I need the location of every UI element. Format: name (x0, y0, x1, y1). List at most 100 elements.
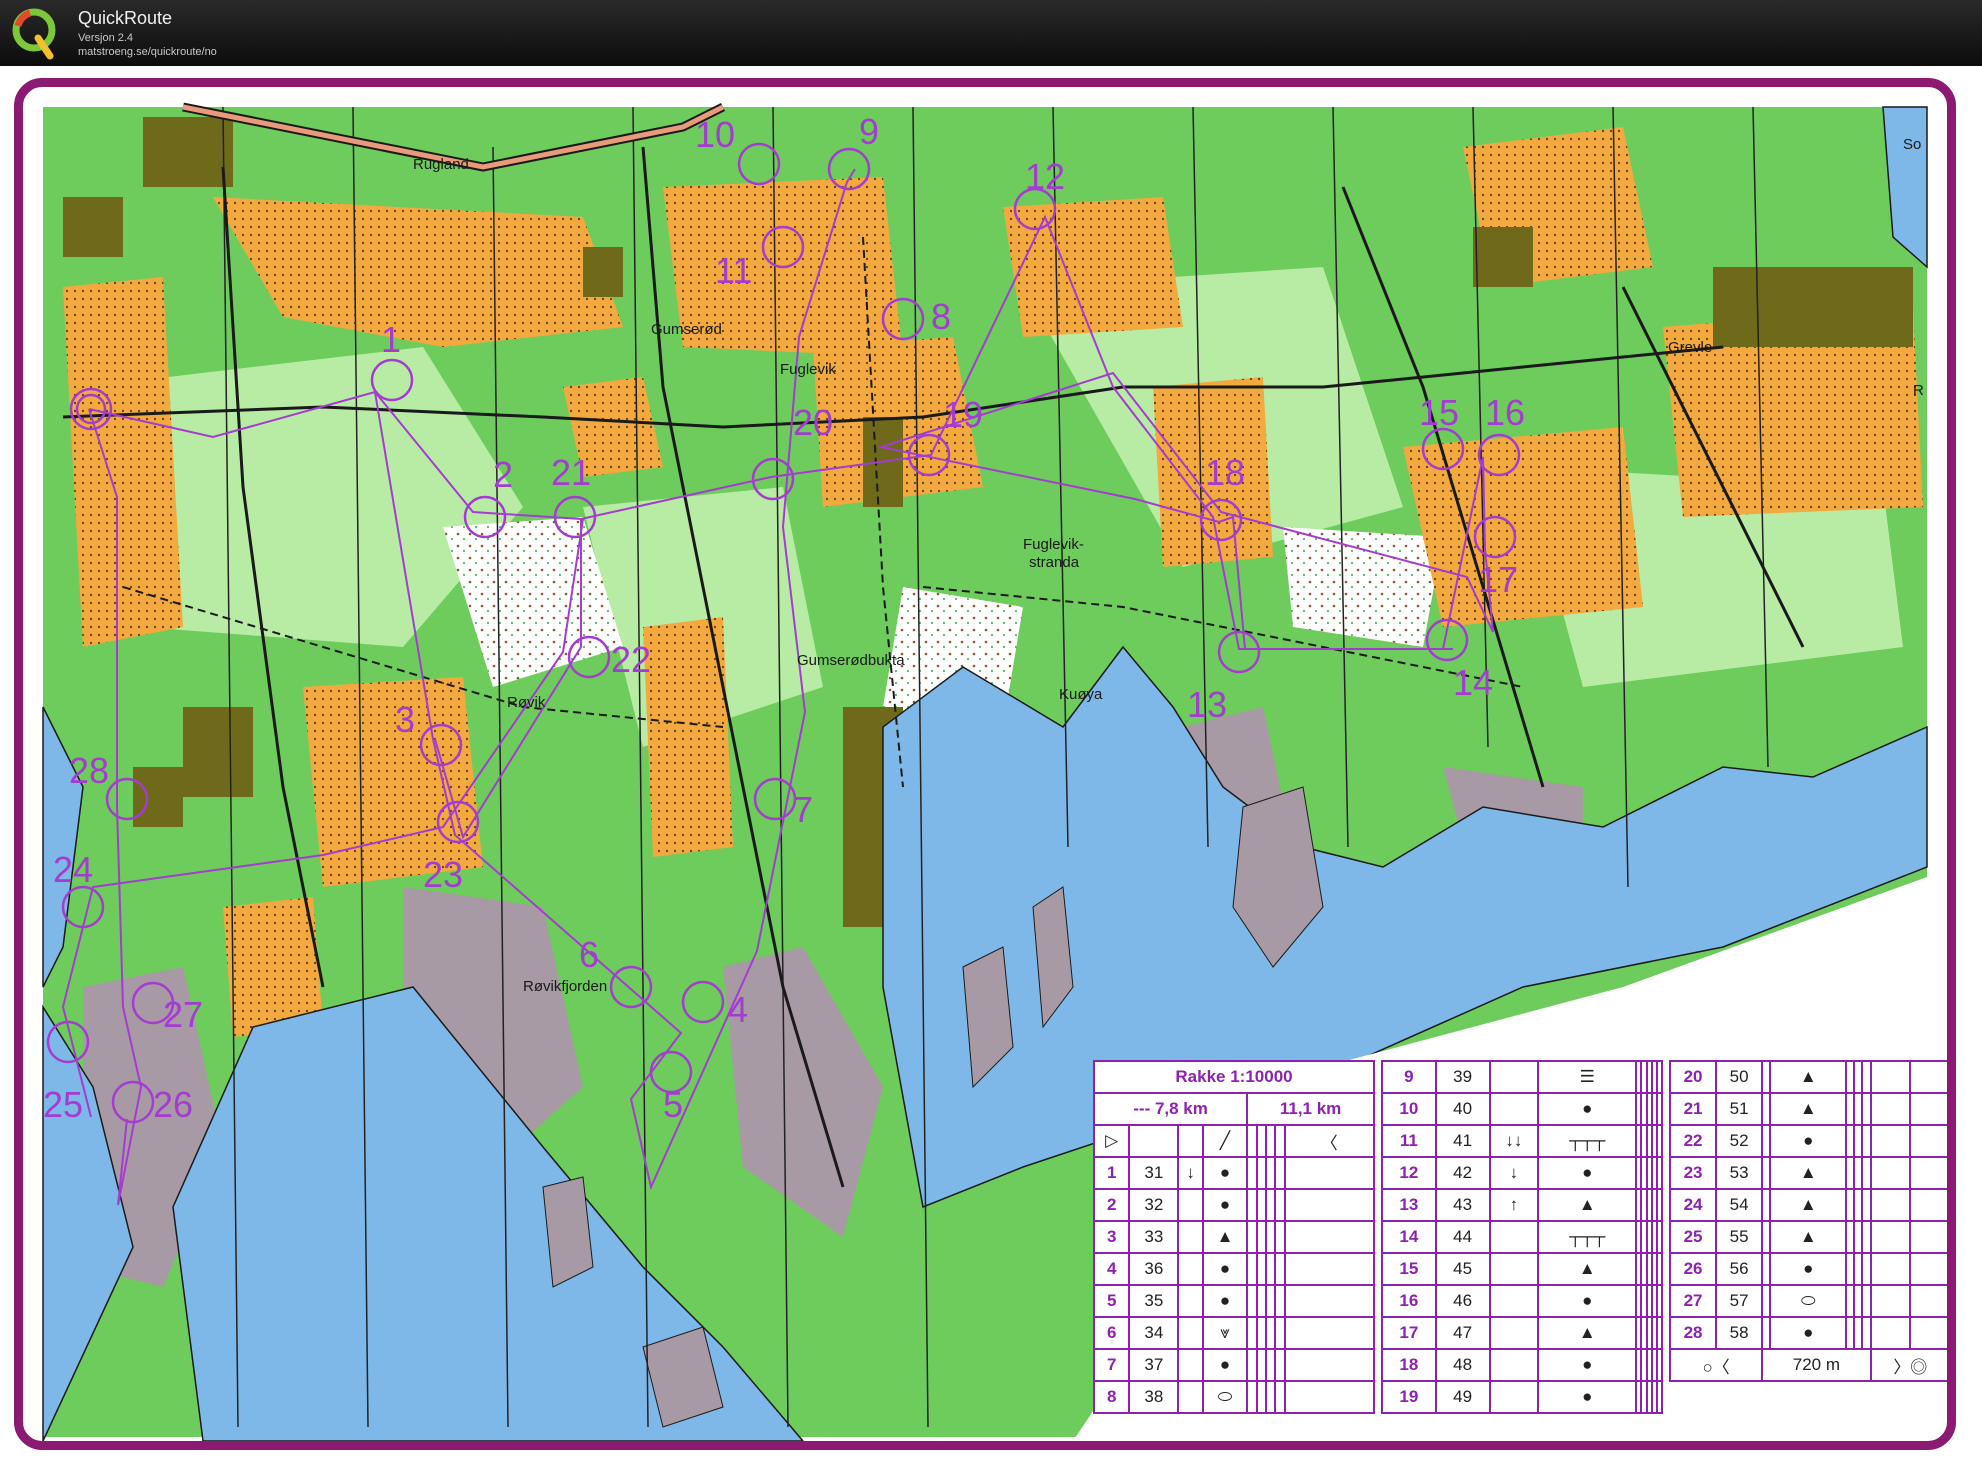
control-feature-symbol: ● (1537, 1092, 1638, 1126)
control-feature-symbol: ● (1537, 1380, 1638, 1414)
description-cell (1869, 1124, 1912, 1158)
control-code: 56 (1715, 1252, 1764, 1286)
control-seq: 18 (1381, 1348, 1437, 1382)
description-cell (1655, 1220, 1664, 1254)
control-seq: 2 (1092, 1188, 1131, 1222)
control-direction (1761, 1316, 1772, 1350)
control-direction (1761, 1060, 1772, 1094)
control-feature-symbol: ● (1201, 1188, 1249, 1222)
control-number-19: 19 (943, 394, 983, 435)
control-code: 33 (1128, 1220, 1180, 1254)
description-row: 18 48 ● (1381, 1348, 1664, 1382)
control-number-17: 17 (1478, 559, 1518, 600)
description-cell (1853, 1188, 1864, 1222)
control-number-8: 8 (931, 296, 951, 337)
description-row: 6 34 ⩔ (1092, 1316, 1376, 1350)
control-feature-symbol: ▲ (1537, 1188, 1638, 1222)
description-cell (1255, 1316, 1267, 1350)
title-bar: QuickRoute Versjon 2.4 matstroeng.se/qui… (0, 0, 1982, 66)
control-number-3: 3 (395, 699, 415, 740)
control-number-28: 28 (69, 750, 109, 791)
control-feature-symbol: ● (1769, 1316, 1848, 1350)
description-cell (1845, 1220, 1856, 1254)
description-cell (1255, 1188, 1267, 1222)
description-cell: ╱ (1201, 1124, 1249, 1158)
control-code: 53 (1715, 1156, 1764, 1190)
description-row: 5 35 ● (1092, 1284, 1376, 1318)
description-cell (1255, 1220, 1267, 1254)
control-code: 45 (1434, 1252, 1491, 1286)
description-cell (1845, 1156, 1856, 1190)
description-row: 11 41 ↓↓ ┬┬┬ (1381, 1124, 1664, 1158)
control-number-5: 5 (663, 1084, 683, 1125)
description-cell (1246, 1316, 1258, 1350)
control-direction (1488, 1316, 1540, 1350)
quickroute-logo-icon (12, 8, 56, 60)
control-seq: 3 (1092, 1220, 1131, 1254)
control-feature-symbol: ● (1537, 1348, 1638, 1382)
description-cell (1274, 1252, 1286, 1286)
place-so: So (1903, 136, 1921, 153)
control-direction (1177, 1284, 1204, 1318)
place-fuglevik: Fuglevik (780, 361, 836, 378)
control-direction (1761, 1252, 1772, 1286)
description-cell (1283, 1348, 1376, 1382)
control-direction (1761, 1284, 1772, 1318)
description-row: 21 51 ▲ (1668, 1092, 1947, 1126)
control-code: 31 (1128, 1156, 1180, 1190)
control-seq: 13 (1381, 1188, 1437, 1222)
description-cell (1264, 1156, 1277, 1190)
description-cell (1909, 1316, 1947, 1350)
control-code: 32 (1128, 1188, 1180, 1222)
description-row: 23 53 ▲ (1668, 1156, 1947, 1190)
distance-full: 11,1 km (1246, 1092, 1375, 1126)
control-feature-symbol: ▲ (1769, 1220, 1848, 1254)
control-seq: 19 (1381, 1380, 1437, 1414)
control-code: 58 (1715, 1316, 1764, 1350)
description-cell (1845, 1316, 1856, 1350)
description-cell (1655, 1252, 1664, 1286)
control-seq: 8 (1092, 1380, 1131, 1414)
control-code: 48 (1434, 1348, 1491, 1382)
place-grevle: Grevle (1668, 339, 1712, 356)
description-cell (1655, 1188, 1664, 1222)
description-cell (1853, 1124, 1864, 1158)
description-cell (1845, 1124, 1856, 1158)
control-direction: ↓ (1488, 1156, 1540, 1190)
finish-distance: 720 m (1761, 1348, 1872, 1382)
control-number-26: 26 (153, 1084, 193, 1125)
description-cell (1869, 1092, 1912, 1126)
place-rugland: Rugland (413, 156, 469, 173)
description-row: 8 38 ⬭ (1092, 1380, 1376, 1414)
control-number-1: 1 (381, 319, 401, 360)
control-feature-symbol: ┬┬┬ (1537, 1220, 1638, 1254)
description-cell (1246, 1124, 1258, 1158)
description-row: 17 47 ▲ (1381, 1316, 1664, 1350)
description-cell (1861, 1316, 1872, 1350)
control-code: 55 (1715, 1220, 1764, 1254)
control-number-7: 7 (793, 789, 813, 830)
description-cell (1853, 1284, 1864, 1318)
description-cell (1255, 1284, 1267, 1318)
control-seq: 20 (1668, 1060, 1718, 1094)
description-row: 24 54 ▲ (1668, 1188, 1947, 1222)
description-cell (1264, 1316, 1277, 1350)
description-cell (1909, 1220, 1947, 1254)
control-seq: 10 (1381, 1092, 1437, 1126)
control-number-20: 20 (793, 402, 833, 443)
control-direction (1177, 1188, 1204, 1222)
description-cell (1861, 1156, 1872, 1190)
control-number-10: 10 (695, 114, 735, 155)
control-number-11: 11 (715, 250, 752, 291)
control-number-22: 22 (611, 639, 651, 680)
control-number-18: 18 (1205, 452, 1245, 493)
control-code: 38 (1128, 1380, 1180, 1414)
control-direction (1488, 1380, 1540, 1414)
description-cell (1909, 1284, 1947, 1318)
control-direction: ↑ (1488, 1188, 1540, 1222)
control-seq: 1 (1092, 1156, 1131, 1190)
control-feature-symbol: ⬭ (1769, 1284, 1848, 1318)
control-number-23: 23 (423, 854, 463, 895)
control-number-15: 15 (1419, 392, 1459, 433)
description-row: 10 40 ● (1381, 1092, 1664, 1126)
